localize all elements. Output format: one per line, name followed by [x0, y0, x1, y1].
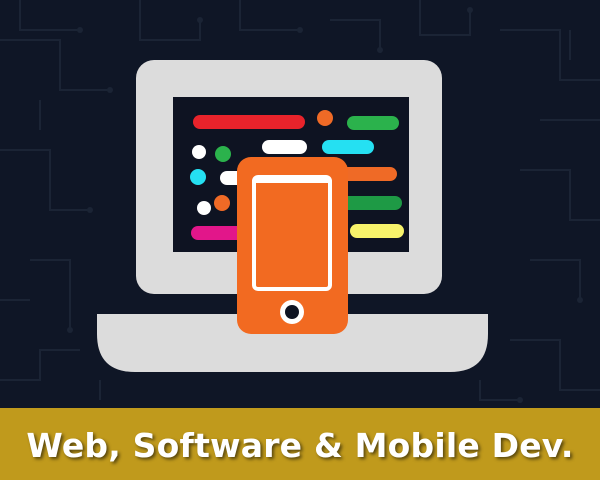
code-dot-orange-2: [214, 195, 230, 211]
code-dot-cyan: [190, 169, 206, 185]
code-bar-red: [193, 115, 305, 129]
code-bar-orange: [340, 167, 397, 181]
banner-title: Web, Software & Mobile Dev.: [26, 425, 574, 465]
illustration-canvas: Web, Software & Mobile Dev.: [0, 0, 600, 480]
smartphone-icon: [237, 157, 348, 334]
code-dot-white-2: [197, 201, 211, 215]
code-dot-white: [192, 145, 206, 159]
code-dot-green: [215, 146, 231, 162]
code-bar-yellow: [350, 224, 404, 238]
code-dot-orange: [317, 110, 333, 126]
code-bar-white: [262, 140, 307, 154]
title-banner: Web, Software & Mobile Dev.: [0, 408, 600, 480]
code-bar-green: [347, 116, 399, 130]
code-bar-cyan: [322, 140, 374, 154]
